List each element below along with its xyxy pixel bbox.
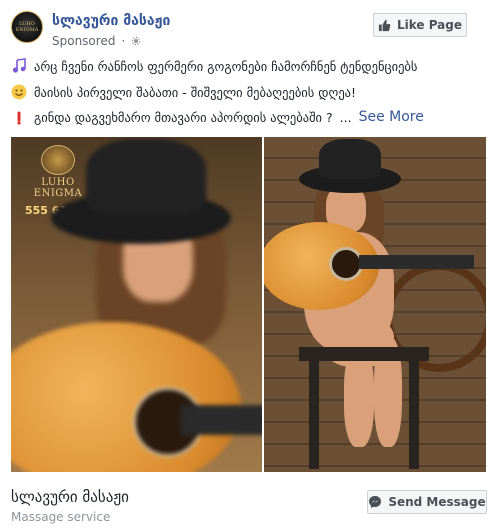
page-avatar[interactable]: LUHO ENIGMA bbox=[11, 11, 43, 43]
ellipsis: ... bbox=[339, 109, 352, 125]
post-line-1-text: არც ჩვენი რანჩოს ფერმერი გოგონები ჩამორჩ… bbox=[34, 58, 418, 74]
music-note-icon bbox=[11, 58, 27, 74]
thumbs-up-icon bbox=[378, 19, 391, 31]
post-image-right[interactable] bbox=[264, 137, 486, 472]
logo-text: LUHO ENIGMA bbox=[33, 177, 83, 199]
footer-category: Massage service bbox=[11, 510, 111, 524]
sponsored-label: Sponsored · bbox=[52, 34, 141, 48]
settings-icon[interactable] bbox=[131, 36, 141, 46]
page-name-link[interactable]: სლავური მასაჟი bbox=[52, 13, 170, 29]
post-image-left[interactable]: LUHO ENIGMA 555 610 706 bbox=[11, 137, 262, 472]
like-page-button[interactable]: Like Page bbox=[373, 13, 467, 37]
brand-logo: LUHO ENIGMA bbox=[23, 145, 93, 199]
see-more-link[interactable]: See More bbox=[359, 109, 424, 125]
sponsored-post: LUHO ENIGMA სლავური მასაჟი Sponsored · L… bbox=[0, 0, 500, 529]
send-message-button[interactable]: Send Message bbox=[367, 490, 487, 514]
avatar-logo-text: LUHO ENIGMA bbox=[15, 21, 39, 33]
post-line-1: არც ჩვენი რანჩოს ფერმერი გოგონები ჩამორჩ… bbox=[11, 58, 417, 74]
heart-icon bbox=[11, 109, 27, 125]
post-line-3-text: გინდა დაგვეხმარო მთავარი აპორდის ალებაში… bbox=[34, 109, 333, 125]
post-line-2-text: მაისის პირველი შაბათი - შიშველი მებაღეებ… bbox=[34, 84, 357, 100]
post-line-2: მაისის პირველი შაბათი - შიშველი მებაღეებ… bbox=[11, 84, 356, 100]
logo-emblem-icon bbox=[41, 145, 75, 175]
send-message-label: Send Message bbox=[388, 495, 486, 509]
smiling-face-icon bbox=[11, 84, 27, 100]
sponsored-text: Sponsored bbox=[52, 34, 116, 48]
post-line-3: გინდა დაგვეხმარო მთავარი აპორდის ალებაში… bbox=[11, 109, 424, 125]
like-page-label: Like Page bbox=[396, 18, 463, 32]
messenger-icon bbox=[369, 496, 382, 508]
footer-page-name[interactable]: სლავური მასაჟი bbox=[11, 488, 129, 506]
